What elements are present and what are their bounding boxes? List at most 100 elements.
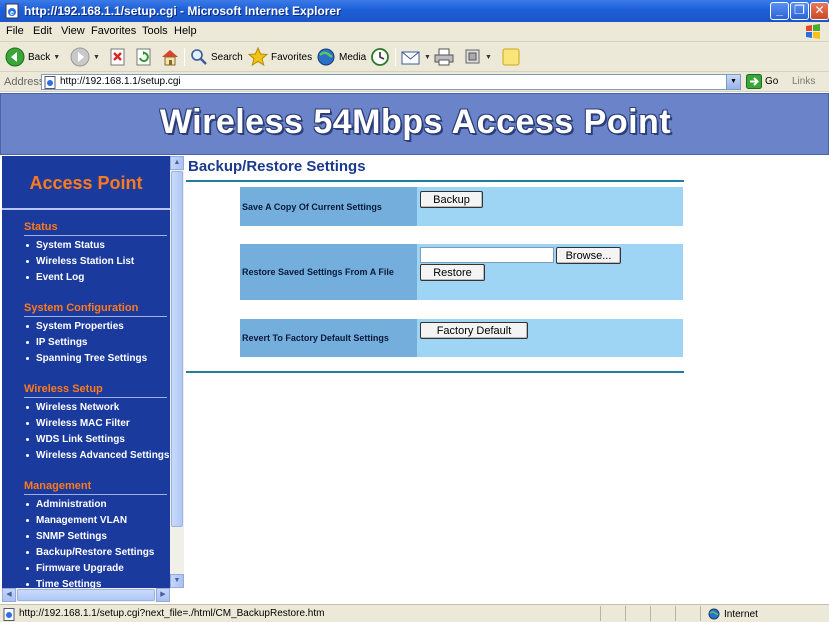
factory-default-button[interactable]: Factory Default <box>420 322 528 339</box>
menu-tools[interactable]: Tools <box>142 25 168 37</box>
bullet-icon <box>26 356 29 360</box>
nav-wireless-advanced-settings[interactable]: Wireless Advanced Settings <box>26 450 169 461</box>
messenger-button[interactable] <box>501 46 521 68</box>
menu-edit[interactable]: Edit <box>33 25 52 37</box>
browse-button[interactable]: Browse... <box>556 247 621 264</box>
favorites-label: Favorites <box>271 51 313 63</box>
nav-wireless-station-list[interactable]: Wireless Station List <box>26 256 134 267</box>
stop-icon <box>110 48 125 66</box>
nav-system-properties[interactable]: System Properties <box>26 321 124 332</box>
restore-file-input[interactable] <box>420 247 554 263</box>
nav-wireless-network[interactable]: Wireless Network <box>26 402 119 413</box>
nav-backup-restore-settings[interactable]: Backup/Restore Settings <box>26 547 154 558</box>
nav-system-status[interactable]: System Status <box>26 240 105 251</box>
favorites-button[interactable]: Favorites <box>248 46 312 68</box>
bullet-icon <box>26 566 29 570</box>
sidebar-vertical-scrollbar[interactable]: ▲ ▼ <box>170 156 184 588</box>
restore-button[interactable]: Restore <box>420 264 485 281</box>
nav-administration[interactable]: Administration <box>26 499 107 510</box>
media-button[interactable]: Media <box>316 46 366 68</box>
nav-time-settings[interactable]: Time Settings <box>26 579 101 588</box>
address-url: http://192.168.1.1/setup.cgi <box>60 76 181 87</box>
scroll-right-arrow-icon[interactable]: ▶ <box>156 588 170 602</box>
chevron-down-icon[interactable]: ▼ <box>485 54 492 61</box>
nav-spanning-tree-settings[interactable]: Spanning Tree Settings <box>26 353 147 364</box>
search-icon <box>191 49 207 65</box>
mail-button[interactable]: ▼ <box>401 46 431 68</box>
backup-label: Save A Copy Of Current Settings <box>240 187 417 226</box>
nav-wireless-mac-filter[interactable]: Wireless MAC Filter <box>26 418 130 429</box>
section-title-wireless-setup: Wireless Setup <box>24 383 103 395</box>
address-bar: Address http://192.168.1.1/setup.cgi ▼ G… <box>0 72 829 92</box>
edit-button[interactable]: ▼ <box>464 46 492 68</box>
close-button[interactable]: ✕ <box>810 2 829 20</box>
section-title-status: Status <box>24 221 58 233</box>
note-icon <box>502 48 520 66</box>
refresh-button[interactable] <box>135 46 153 68</box>
chevron-down-icon[interactable]: ▼ <box>726 75 740 89</box>
nav-label: Event Log <box>36 272 85 283</box>
menu-file[interactable]: File <box>6 25 24 37</box>
go-button[interactable]: Go <box>746 74 778 89</box>
go-label: Go <box>765 76 779 87</box>
nav-snmp-settings[interactable]: SNMP Settings <box>26 531 107 542</box>
forward-button[interactable]: ▼ <box>70 46 100 68</box>
nav-ip-settings[interactable]: IP Settings <box>26 337 88 348</box>
nav-label: System Status <box>36 240 105 251</box>
nav-label: Time Settings <box>36 579 102 588</box>
nav-label: Management VLAN <box>36 515 128 526</box>
nav-management-vlan[interactable]: Management VLAN <box>26 515 127 526</box>
ie-page-icon <box>44 76 56 89</box>
nav-event-log[interactable]: Event Log <box>26 272 84 283</box>
bullet-icon <box>26 582 29 586</box>
nav-wds-link-settings[interactable]: WDS Link Settings <box>26 434 125 445</box>
scroll-down-arrow-icon[interactable]: ▼ <box>170 574 184 588</box>
scroll-left-arrow-icon[interactable]: ◀ <box>2 588 16 602</box>
window-title-bar[interactable]: e http://192.168.1.1/setup.cgi - Microso… <box>0 0 829 22</box>
nav-label: Firmware Upgrade <box>36 563 124 574</box>
minimize-button[interactable]: _ <box>770 2 789 20</box>
status-bar: http://192.168.1.1/setup.cgi?next_file=.… <box>0 604 829 622</box>
back-button[interactable]: Back ▼ <box>5 46 60 68</box>
nav-firmware-upgrade[interactable]: Firmware Upgrade <box>26 563 124 574</box>
maximize-button[interactable]: ❐ <box>790 2 809 20</box>
backup-button[interactable]: Backup <box>420 191 483 208</box>
section-title-management: Management <box>24 480 92 492</box>
menu-help[interactable]: Help <box>174 25 197 37</box>
nav-label: Wireless MAC Filter <box>36 418 130 429</box>
scrollbar-thumb[interactable] <box>171 171 183 527</box>
back-arrow-icon <box>5 47 25 67</box>
chevron-down-icon[interactable]: ▼ <box>53 54 60 61</box>
nav-label: Spanning Tree Settings <box>36 353 148 364</box>
nav-label: Backup/Restore Settings <box>36 547 155 558</box>
edit-page-icon <box>465 49 480 64</box>
nav-label: IP Settings <box>36 337 88 348</box>
history-button[interactable] <box>370 46 390 68</box>
bullet-icon <box>26 437 29 441</box>
scroll-up-arrow-icon[interactable]: ▲ <box>170 156 184 170</box>
back-label: Back <box>28 51 51 63</box>
links-button[interactable]: Links <box>792 76 815 87</box>
history-clock-icon <box>371 48 389 66</box>
chevron-down-icon[interactable]: ▼ <box>93 54 100 61</box>
menu-favorites[interactable]: Favorites <box>91 25 136 37</box>
stop-button[interactable] <box>109 46 127 68</box>
address-label: Address <box>4 76 45 88</box>
internet-globe-icon <box>708 608 720 620</box>
search-button[interactable]: Search <box>190 46 243 68</box>
section-divider <box>24 494 167 495</box>
scrollbar-thumb[interactable] <box>17 589 155 601</box>
home-button[interactable] <box>160 46 180 68</box>
address-input[interactable]: http://192.168.1.1/setup.cgi ▼ <box>41 74 741 90</box>
print-button[interactable] <box>434 46 454 68</box>
bullet-icon <box>26 550 29 554</box>
page-title: Backup/Restore Settings <box>188 158 366 175</box>
printer-icon <box>434 48 454 66</box>
nav-label: WDS Link Settings <box>36 434 125 445</box>
chevron-down-icon[interactable]: ▼ <box>424 54 431 61</box>
forward-arrow-icon <box>70 47 90 67</box>
menu-view[interactable]: View <box>61 25 85 37</box>
bullet-icon <box>26 275 29 279</box>
sidebar-horizontal-scrollbar[interactable]: ◀ ▶ <box>2 588 170 602</box>
windows-logo-icon <box>806 24 820 39</box>
